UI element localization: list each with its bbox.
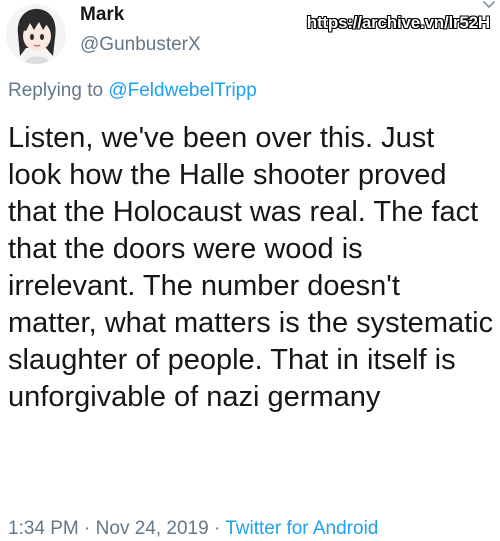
tweet-card: Mark @GunbusterX https://archive.vn/lr52… [0,0,500,541]
tweet-text: Listen, we've been over this. Just look … [8,122,494,413]
user-handle[interactable]: @GunbusterX [80,34,201,56]
replying-to-line: Replying to @FeldwebelTripp [8,80,257,102]
tweet-time[interactable]: 1:34 PM [8,518,79,539]
meta-separator: · [84,518,91,539]
tweet-date[interactable]: Nov 24, 2019 [96,518,209,539]
avatar[interactable] [6,4,66,64]
display-name[interactable]: Mark [80,4,124,26]
chevron-down-icon[interactable] [482,0,496,10]
reply-mention-link[interactable]: @FeldwebelTripp [108,80,256,101]
tweet-meta: 1:34 PM · Nov 24, 2019 · Twitter for And… [8,518,378,540]
anime-girl-avatar-icon [6,4,66,64]
archive-url-watermark: https://archive.vn/lr52H [306,13,490,32]
meta-separator: · [213,518,221,539]
replying-to-label: Replying to [8,80,104,101]
tweet-source-link[interactable]: Twitter for Android [225,518,378,539]
